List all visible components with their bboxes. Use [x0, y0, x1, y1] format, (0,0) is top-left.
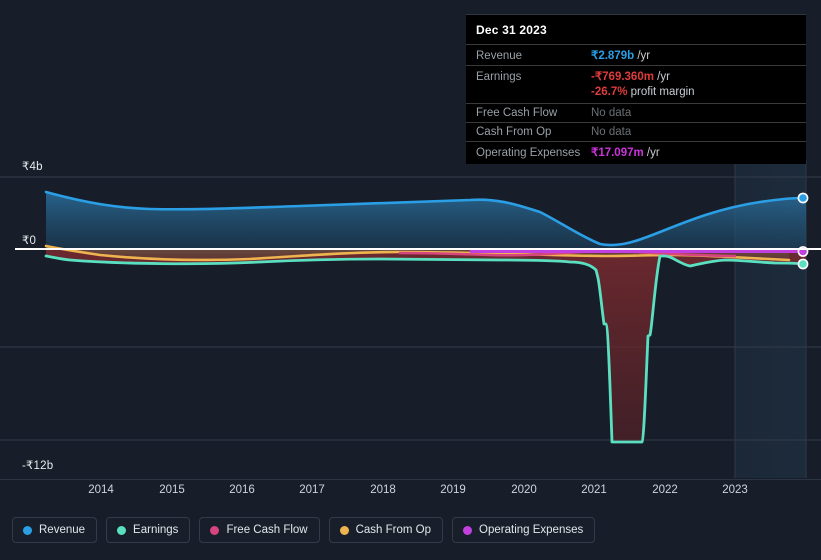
x-axis: 2014 2015 2016 2017 2018 2019 2020 2021 …	[0, 479, 821, 505]
y-axis-label-top: ₹4b	[22, 161, 43, 173]
x-tick-2014: 2014	[88, 484, 114, 496]
chart-canvas	[0, 160, 821, 478]
tooltip-value-cash-from-op: No data	[591, 126, 631, 138]
legend-dot-operating-expenses-icon	[463, 525, 473, 535]
legend-item-revenue[interactable]: Revenue	[12, 517, 98, 543]
tooltip-value-earnings: -₹769.360m /yr	[591, 69, 670, 83]
legend-label-operating-expenses: Operating Expenses	[479, 524, 584, 536]
x-tick-2016: 2016	[229, 484, 255, 496]
legend-label-revenue: Revenue	[39, 524, 86, 536]
tooltip-key-cash-from-op: Cash From Op	[476, 126, 552, 138]
x-tick-2018: 2018	[370, 484, 396, 496]
tooltip-row-profit-margin: -26.7% profit margin	[466, 86, 806, 103]
x-tick-2020: 2020	[511, 484, 537, 496]
revenue-end-marker	[797, 192, 809, 204]
tooltip-unit-profit-margin: profit margin	[627, 86, 695, 98]
legend-dot-free-cash-flow-icon	[210, 525, 220, 535]
y-axis-label-bottom: -₹12b	[22, 460, 54, 472]
tooltip-key-revenue: Revenue	[476, 50, 523, 62]
tooltip-value-free-cash-flow: No data	[591, 107, 631, 119]
tooltip-key-operating-expenses: Operating Expenses	[476, 147, 581, 159]
financial-chart-widget: ₹4b ₹0 -₹12b 2014 2015 2016 2017 2018 20…	[0, 0, 821, 560]
tooltip-row-revenue: Revenue ₹2.879b /yr	[466, 44, 806, 65]
tooltip-amount-free-cash-flow: No data	[591, 107, 632, 119]
legend-dot-revenue-icon	[23, 525, 32, 535]
tooltip-value-profit-margin: -26.7% profit margin	[591, 86, 695, 98]
earnings-line	[44, 254, 805, 444]
tooltip-row-operating-expenses: Operating Expenses ₹17.097m /yr	[466, 141, 806, 162]
tooltip-key-free-cash-flow: Free Cash Flow	[476, 107, 558, 119]
tooltip-amount-revenue: ₹2.879b	[591, 50, 635, 62]
x-tick-2022: 2022	[652, 484, 678, 496]
chart-legend: Revenue Earnings Free Cash Flow Cash Fro…	[12, 517, 596, 543]
x-tick-2017: 2017	[299, 484, 325, 496]
legend-item-earnings[interactable]: Earnings	[106, 517, 191, 543]
chart-plot-area[interactable]	[0, 160, 821, 478]
tooltip-unit-operating-expenses: /yr	[643, 147, 660, 159]
earnings-end-marker	[797, 258, 809, 270]
tooltip-value-revenue: ₹2.879b /yr	[591, 48, 650, 62]
tooltip-unit-revenue: /yr	[634, 50, 651, 62]
x-tick-2023: 2023	[722, 484, 748, 496]
tooltip-row-cash-from-op: Cash From Op No data	[466, 122, 806, 141]
tooltip-key-earnings: Earnings	[476, 71, 522, 83]
x-tick-2015: 2015	[159, 484, 185, 496]
legend-dot-earnings-icon	[117, 525, 127, 535]
legend-label-earnings: Earnings	[133, 524, 179, 536]
legend-label-free-cash-flow: Free Cash Flow	[226, 524, 308, 536]
earnings-area	[46, 248, 806, 442]
x-axis-line	[0, 479, 821, 480]
legend-label-cash-from-op: Cash From Op	[355, 524, 432, 536]
legend-dot-cash-from-op-icon	[339, 525, 349, 535]
x-tick-2021: 2021	[581, 484, 607, 496]
data-tooltip: Dec 31 2023 Revenue ₹2.879b /yr Earnings…	[466, 14, 806, 164]
x-tick-2019: 2019	[440, 484, 466, 496]
tooltip-amount-profit-margin: -26.7%	[591, 86, 628, 98]
y-axis-label-zero: ₹0	[22, 235, 37, 247]
tooltip-row-earnings: Earnings -₹769.360m /yr	[466, 65, 806, 86]
tooltip-amount-cash-from-op: No data	[591, 126, 632, 138]
tooltip-unit-earnings: /yr	[653, 71, 670, 83]
tooltip-date-title: Dec 31 2023	[476, 23, 547, 37]
legend-item-free-cash-flow[interactable]: Free Cash Flow	[199, 517, 320, 543]
zero-baseline	[15, 248, 821, 250]
legend-item-operating-expenses[interactable]: Operating Expenses	[452, 517, 596, 543]
tooltip-amount-operating-expenses: ₹17.097m	[591, 147, 644, 159]
tooltip-amount-earnings: -₹769.360m	[591, 71, 654, 83]
tooltip-value-operating-expenses: ₹17.097m /yr	[591, 145, 660, 159]
legend-item-cash-from-op[interactable]: Cash From Op	[328, 517, 444, 543]
tooltip-row-free-cash-flow: Free Cash Flow No data	[466, 103, 806, 122]
